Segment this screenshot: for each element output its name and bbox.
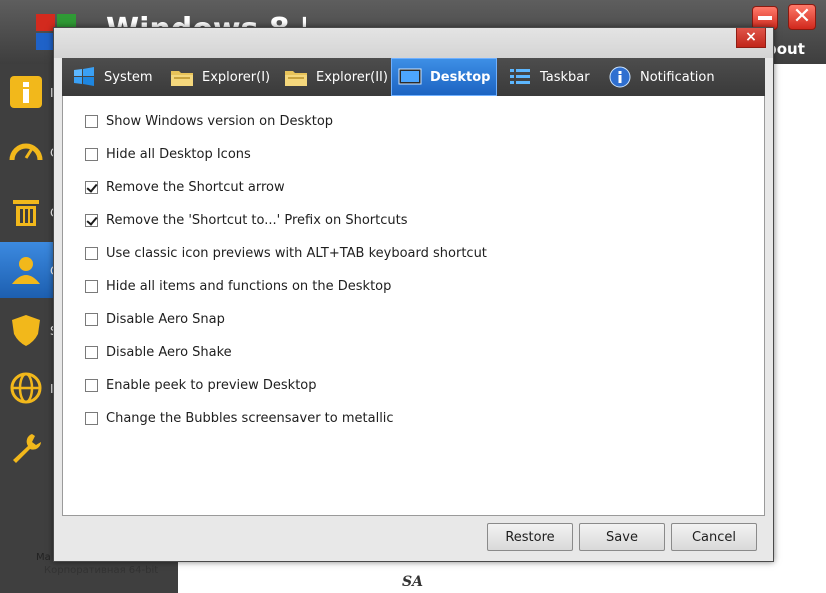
- dialog-close-button[interactable]: ×: [736, 28, 766, 48]
- option-label: Show Windows version on Desktop: [106, 113, 334, 129]
- option-label: Hide all Desktop Icons: [106, 146, 251, 162]
- option-label: Disable Aero Snap: [106, 311, 225, 327]
- folder-icon: [285, 71, 307, 86]
- sidebar-item-security[interactable]: S: [0, 302, 58, 358]
- sa-logo: SA: [402, 574, 423, 590]
- desktop-options-panel: Show Windows version on Desktop Hide all…: [62, 96, 765, 516]
- option-label: Remove the 'Shortcut to...' Prefix on Sh…: [106, 212, 408, 228]
- option-metallic-bubbles[interactable]: Change the Bubbles screensaver to metall…: [85, 409, 394, 427]
- option-hide-desktop-items[interactable]: Hide all items and functions on the Desk…: [85, 277, 391, 295]
- shield-icon: [12, 315, 40, 346]
- tab-explorer-2[interactable]: Explorer(II): [280, 58, 392, 96]
- option-classic-alt-tab[interactable]: Use classic icon previews with ALT+TAB k…: [85, 244, 487, 262]
- windows-icon: [74, 67, 94, 86]
- user-icon: [12, 257, 40, 284]
- tab-label: Explorer(I): [202, 69, 271, 85]
- sidebar-item-optimizer[interactable]: C: [0, 124, 58, 180]
- tab-label: System: [104, 69, 153, 85]
- customization-dialog: × System Explorer(I) Explorer(II) Deskto…: [53, 27, 774, 562]
- checkbox[interactable]: [85, 246, 98, 260]
- tab-taskbar[interactable]: Taskbar: [504, 58, 594, 96]
- checkbox[interactable]: [85, 411, 98, 425]
- monitor-icon: [398, 68, 422, 85]
- footer-os-name: Ma: [36, 552, 51, 563]
- option-hide-desktop-icons[interactable]: Hide all Desktop Icons: [85, 145, 251, 163]
- tab-label: Desktop: [430, 69, 491, 85]
- checkbox[interactable]: [85, 345, 98, 359]
- option-disable-aero-snap[interactable]: Disable Aero Snap: [85, 310, 225, 328]
- checkbox[interactable]: [85, 312, 98, 326]
- restore-button[interactable]: Restore: [487, 523, 573, 551]
- sidebar-item-customization[interactable]: C: [0, 242, 58, 298]
- tab-notification[interactable]: Notification: [604, 58, 734, 96]
- info-icon: [609, 66, 631, 88]
- option-label: Disable Aero Shake: [106, 344, 232, 360]
- info-icon: [10, 76, 42, 108]
- tab-bar: System Explorer(I) Explorer(II) Desktop: [62, 58, 765, 96]
- cancel-button[interactable]: Cancel: [671, 523, 757, 551]
- tab-desktop[interactable]: Desktop: [391, 58, 497, 96]
- list-icon: [510, 69, 530, 84]
- footer-os-edition: Корпоративная 64-bit: [44, 565, 159, 576]
- option-show-windows-version[interactable]: Show Windows version on Desktop: [85, 112, 333, 130]
- sidebar-item-cleaner[interactable]: C: [0, 184, 58, 240]
- option-disable-aero-shake[interactable]: Disable Aero Shake: [85, 343, 232, 361]
- sidebar-item-info[interactable]: I: [0, 64, 54, 120]
- checkbox[interactable]: [85, 180, 98, 194]
- trash-icon: [13, 200, 39, 226]
- option-enable-peek[interactable]: Enable peek to preview Desktop: [85, 376, 317, 394]
- dialog-titlebar: [54, 28, 773, 58]
- option-label: Hide all items and functions on the Desk…: [106, 278, 392, 294]
- sidebar-item-tools[interactable]: [0, 420, 54, 476]
- tab-label: Explorer(II): [316, 69, 388, 85]
- globe-icon: [10, 372, 42, 404]
- checkbox[interactable]: [85, 147, 98, 161]
- sidebar-item-network[interactable]: I: [0, 360, 54, 416]
- option-remove-shortcut-prefix[interactable]: Remove the 'Shortcut to...' Prefix on Sh…: [85, 211, 408, 229]
- tab-label: Notification: [640, 69, 715, 85]
- tab-system[interactable]: System: [68, 58, 164, 96]
- option-label: Use classic icon previews with ALT+TAB k…: [106, 245, 487, 261]
- folder-icon: [171, 71, 193, 86]
- checkbox[interactable]: [85, 279, 98, 293]
- option-label: Change the Bubbles screensaver to metall…: [106, 410, 394, 426]
- gauge-icon: [9, 143, 43, 161]
- tab-explorer-1[interactable]: Explorer(I): [166, 58, 274, 96]
- option-remove-shortcut-arrow[interactable]: Remove the Shortcut arrow: [85, 178, 285, 196]
- save-button[interactable]: Save: [579, 523, 665, 551]
- option-label: Enable peek to preview Desktop: [106, 377, 317, 393]
- close-app-button[interactable]: ✕: [788, 4, 816, 30]
- wrench-icon: [13, 434, 41, 463]
- checkbox[interactable]: [85, 114, 98, 128]
- option-label: Remove the Shortcut arrow: [106, 179, 285, 195]
- checkbox[interactable]: [85, 213, 98, 227]
- tab-label: Taskbar: [540, 69, 590, 85]
- checkbox[interactable]: [85, 378, 98, 392]
